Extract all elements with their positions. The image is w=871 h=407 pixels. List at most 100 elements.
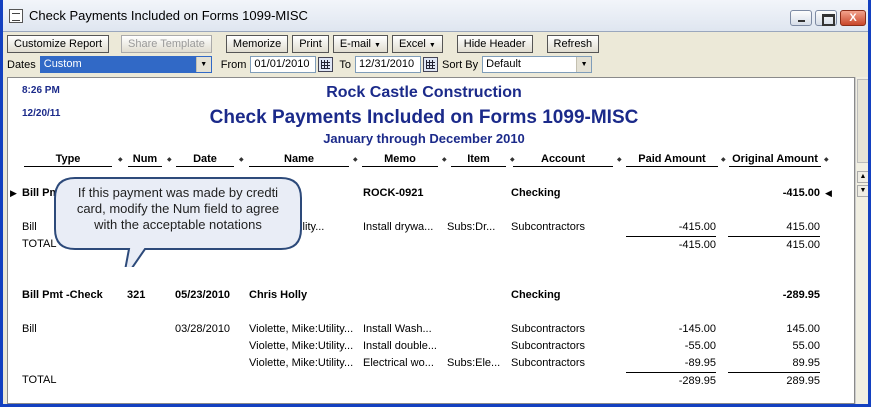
close-icon[interactable]: X [840, 10, 866, 26]
group-2-line-1-original[interactable]: 145.00 [728, 323, 820, 335]
column-header-date[interactable]: Date [176, 153, 234, 167]
group-2-name[interactable]: Chris Holly [249, 289, 307, 301]
report-title: Check Payments Included on Forms 1099-MI… [209, 107, 639, 128]
group-1-total-paid[interactable]: -415.00 [626, 236, 716, 251]
group-2-line-3-item[interactable]: Subs:Ele... [447, 357, 500, 369]
window-title: Check Payments Included on Forms 1099-MI… [29, 8, 308, 23]
chevron-down-icon[interactable]: ▼ [195, 57, 211, 72]
report-icon [9, 8, 23, 23]
group-2-line-2-memo[interactable]: Install double... [363, 340, 437, 352]
group-2-line-3-name[interactable]: Violette, Mike:Utility... [249, 357, 353, 369]
scrollbar-thumb[interactable] [857, 79, 868, 163]
group-2-line-1-paid[interactable]: -145.00 [626, 323, 716, 335]
vertical-scrollbar[interactable]: ▲ ▼ [855, 77, 868, 404]
sort-by-select[interactable]: Default ▼ [482, 56, 593, 73]
group-1-original[interactable]: -415.00 [728, 187, 820, 199]
group-2-line-1-memo[interactable]: Install Wash... [363, 323, 432, 335]
group-2-line-1-account[interactable]: Subcontractors [511, 323, 585, 335]
excel-button-label: Excel [398, 37, 426, 50]
group-2-line-3-memo[interactable]: Electrical wo... [363, 357, 434, 369]
scroll-down-icon[interactable]: ▼ [857, 185, 868, 197]
column-header-paid-amount[interactable]: Paid Amount [626, 153, 718, 167]
print-button[interactable]: Print [292, 34, 329, 53]
diamond-icon: ◆ [442, 157, 447, 163]
row-pointer-left-icon: ◀ [825, 188, 832, 198]
group-2-line-3-original[interactable]: 89.95 [728, 357, 820, 369]
group-2-line-3-paid[interactable]: -89.95 [626, 357, 716, 369]
diamond-icon: ◆ [239, 157, 244, 163]
calendar-icon[interactable] [423, 57, 439, 72]
callout-annotation: If this payment was made by credti card,… [53, 177, 303, 267]
group-2-line-2-name[interactable]: Violette, Mike:Utility... [249, 340, 353, 352]
minimize-icon[interactable] [790, 10, 812, 26]
refresh-button[interactable]: Refresh [546, 34, 600, 53]
group-1-line-1-item[interactable]: Subs:Dr... [447, 221, 495, 233]
group-1-line-1-account[interactable]: Subcontractors [511, 221, 585, 233]
chevron-down-icon[interactable]: ▼ [576, 57, 592, 72]
group-1-line-1-type[interactable]: Bill [22, 221, 37, 233]
group-2-line-2-paid[interactable]: -55.00 [626, 340, 716, 352]
diamond-icon: ◆ [824, 157, 829, 163]
group-2-num[interactable]: 321 [127, 289, 145, 301]
to-label: To [339, 58, 352, 71]
column-header-type[interactable]: Type [24, 153, 112, 167]
from-label: From [220, 58, 247, 71]
group-2-line-3-account[interactable]: Subcontractors [511, 357, 585, 369]
callout-text: If this payment was made by credti card,… [76, 185, 280, 232]
group-2-line-1-date[interactable]: 03/28/2010 [175, 323, 230, 335]
group-2-account[interactable]: Checking [511, 289, 561, 301]
title-bar[interactable]: Check Payments Included on Forms 1099-MI… [3, 0, 868, 32]
group-1-line-1-paid[interactable]: -415.00 [626, 221, 716, 233]
report-date-range: January through December 2010 [323, 131, 525, 146]
group-2-line-2-account[interactable]: Subcontractors [511, 340, 585, 352]
column-header-account[interactable]: Account [513, 153, 613, 167]
share-template-button: Share Template [121, 34, 212, 53]
group-1-line-1-original[interactable]: 415.00 [728, 221, 820, 233]
company-name: Rock Castle Construction [326, 84, 522, 101]
hide-header-button[interactable]: Hide Header [456, 34, 533, 53]
memorize-button[interactable]: Memorize [225, 34, 289, 53]
diamond-icon: ◆ [118, 157, 123, 163]
chevron-down-icon: ▼ [428, 41, 436, 49]
group-1-memo[interactable]: ROCK-0921 [363, 187, 424, 199]
group-2-total-paid[interactable]: -289.95 [626, 372, 716, 387]
dates-select[interactable]: Custom ▼ [39, 56, 212, 73]
group-2-total-original[interactable]: 289.95 [728, 372, 820, 387]
maximize-icon[interactable] [815, 10, 837, 26]
from-date-input[interactable]: 01/01/2010 [250, 56, 317, 73]
scroll-up-icon[interactable]: ▲ [857, 171, 868, 183]
dates-label: Dates [7, 58, 36, 71]
report-window: Check Payments Included on Forms 1099-MI… [0, 0, 871, 407]
dates-select-value: Custom [43, 58, 82, 70]
column-header-original-amount[interactable]: Original Amount [729, 153, 821, 167]
sort-by-select-value: Default [486, 58, 521, 70]
group-1-line-1-memo[interactable]: Install drywa... [363, 221, 433, 233]
group-1-total-original[interactable]: 415.00 [728, 236, 820, 251]
group-1-account[interactable]: Checking [511, 187, 561, 199]
group-2-line-1-type[interactable]: Bill [22, 323, 37, 335]
customize-report-button[interactable]: Customize Report [7, 34, 110, 53]
group-2-type[interactable]: Bill Pmt -Check [22, 289, 103, 301]
chevron-down-icon: ▼ [374, 41, 381, 49]
column-header-num[interactable]: Num [128, 153, 162, 167]
report-toolbar: Customize Report Share Template Memorize… [3, 33, 868, 54]
filter-bar: Dates Custom ▼ From 01/01/2010 To 12/31/… [3, 55, 868, 74]
group-2-date[interactable]: 05/23/2010 [175, 289, 230, 301]
excel-button[interactable]: Excel ▼ [391, 34, 443, 53]
to-date-input[interactable]: 12/31/2010 [355, 56, 422, 73]
email-button[interactable]: E-mail ▼ [332, 34, 388, 53]
calendar-icon[interactable] [318, 57, 334, 72]
sort-by-label: Sort By [442, 58, 479, 71]
group-2-total-label: TOTAL [22, 374, 57, 386]
diamond-icon: ◆ [167, 157, 172, 163]
window-controls: X [790, 10, 866, 26]
group-2-line-1-name[interactable]: Violette, Mike:Utility... [249, 323, 353, 335]
column-header-memo[interactable]: Memo [362, 153, 438, 167]
column-header-item[interactable]: Item [451, 153, 506, 167]
diamond-icon: ◆ [721, 157, 726, 163]
group-2-original[interactable]: -289.95 [728, 289, 820, 301]
group-1-total-label: TOTAL [22, 238, 57, 250]
column-header-name[interactable]: Name [249, 153, 349, 167]
group-2-line-2-original[interactable]: 55.00 [728, 340, 820, 352]
email-button-label: E-mail [339, 37, 371, 50]
